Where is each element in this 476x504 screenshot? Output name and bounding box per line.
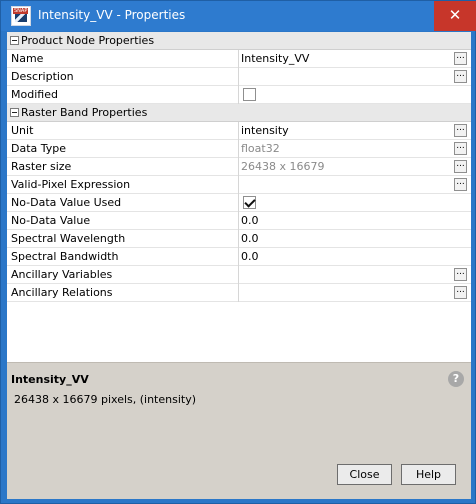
ellipsis-button[interactable]: ... xyxy=(454,70,467,83)
snap-app-icon: SNAP xyxy=(11,6,31,26)
property-row-spectral-bandwidth: Spectral Bandwidth 0.0 xyxy=(7,248,471,266)
description-title: Intensity_VV xyxy=(11,373,89,386)
column-divider xyxy=(238,212,239,230)
collapse-icon[interactable] xyxy=(10,108,19,117)
help-icon: ? xyxy=(448,371,464,387)
property-label: Spectral Wavelength xyxy=(11,232,126,245)
property-row-no-data-value: No-Data Value 0.0 xyxy=(7,212,471,230)
no-data-value-field[interactable]: 0.0 xyxy=(241,214,259,227)
dialog-content: Product Node Properties Name Intensity_V… xyxy=(7,32,471,499)
property-row-unit: Unit intensity ... xyxy=(7,122,471,140)
column-divider xyxy=(238,68,239,86)
property-row-description: Description ... xyxy=(7,68,471,86)
column-divider xyxy=(238,230,239,248)
description-text: 26438 x 16679 pixels, (intensity) xyxy=(14,393,197,406)
ellipsis-button[interactable]: ... xyxy=(454,268,467,281)
column-divider xyxy=(238,122,239,140)
ellipsis-button[interactable]: ... xyxy=(454,178,467,191)
window-title: Intensity_VV - Properties xyxy=(38,8,186,22)
modified-checkbox[interactable] xyxy=(243,88,256,101)
property-label: Valid-Pixel Expression xyxy=(11,178,131,191)
property-label: Name xyxy=(11,52,44,65)
column-divider xyxy=(238,266,239,284)
property-table: Product Node Properties Name Intensity_V… xyxy=(7,32,471,362)
properties-window: SNAP Intensity_VV - Properties ✕ Product… xyxy=(0,0,476,504)
property-label: No-Data Value Used xyxy=(11,196,122,209)
property-row-spectral-wavelength: Spectral Wavelength 0.0 xyxy=(7,230,471,248)
section-label: Product Node Properties xyxy=(21,34,155,47)
column-divider xyxy=(238,158,239,176)
raster-size-field: 26438 x 16679 xyxy=(241,160,325,173)
ellipsis-button[interactable]: ... xyxy=(454,124,467,137)
data-type-field: float32 xyxy=(241,142,280,155)
property-label: Unit xyxy=(11,124,34,137)
help-button[interactable]: Help xyxy=(401,464,456,485)
column-divider xyxy=(238,194,239,212)
property-row-raster-size: Raster size 26438 x 16679 ... xyxy=(7,158,471,176)
property-row-no-data-value-used: No-Data Value Used xyxy=(7,194,471,212)
property-label: Description xyxy=(11,70,74,83)
property-label: Spectral Bandwidth xyxy=(11,250,119,263)
app-icon-tag: SNAP xyxy=(13,8,29,14)
property-row-valid-pixel-expression: Valid-Pixel Expression ... xyxy=(7,176,471,194)
column-divider xyxy=(238,140,239,158)
column-divider xyxy=(238,284,239,302)
property-label: Ancillary Variables xyxy=(11,268,113,281)
section-raster-band-properties[interactable]: Raster Band Properties xyxy=(7,104,471,122)
column-divider xyxy=(238,50,239,68)
name-field[interactable]: Intensity_VV xyxy=(241,52,309,65)
column-divider xyxy=(238,176,239,194)
unit-field[interactable]: intensity xyxy=(241,124,289,137)
property-label: Ancillary Relations xyxy=(11,286,113,299)
property-row-modified: Modified xyxy=(7,86,471,104)
property-label: Data Type xyxy=(11,142,67,155)
ellipsis-button[interactable]: ... xyxy=(454,52,467,65)
property-label: No-Data Value xyxy=(11,214,91,227)
spectral-wavelength-field[interactable]: 0.0 xyxy=(241,232,259,245)
collapse-icon[interactable] xyxy=(10,36,19,45)
window-close-button[interactable]: ✕ xyxy=(434,1,476,31)
ellipsis-button[interactable]: ... xyxy=(454,160,467,173)
property-label: Raster size xyxy=(11,160,72,173)
property-row-data-type: Data Type float32 ... xyxy=(7,140,471,158)
column-divider xyxy=(238,248,239,266)
property-row-name: Name Intensity_VV ... xyxy=(7,50,471,68)
spectral-bandwidth-field[interactable]: 0.0 xyxy=(241,250,259,263)
ellipsis-button[interactable]: ... xyxy=(454,286,467,299)
close-button[interactable]: Close xyxy=(337,464,392,485)
section-label: Raster Band Properties xyxy=(21,106,148,119)
section-product-node-properties[interactable]: Product Node Properties xyxy=(7,32,471,50)
column-divider xyxy=(238,86,239,104)
ellipsis-button[interactable]: ... xyxy=(454,142,467,155)
title-bar[interactable]: SNAP Intensity_VV - Properties ✕ xyxy=(1,1,476,31)
property-row-ancillary-relations: Ancillary Relations ... xyxy=(7,284,471,302)
no-data-value-used-checkbox[interactable] xyxy=(243,196,256,209)
property-row-ancillary-variables: Ancillary Variables ... xyxy=(7,266,471,284)
property-label: Modified xyxy=(11,88,58,101)
